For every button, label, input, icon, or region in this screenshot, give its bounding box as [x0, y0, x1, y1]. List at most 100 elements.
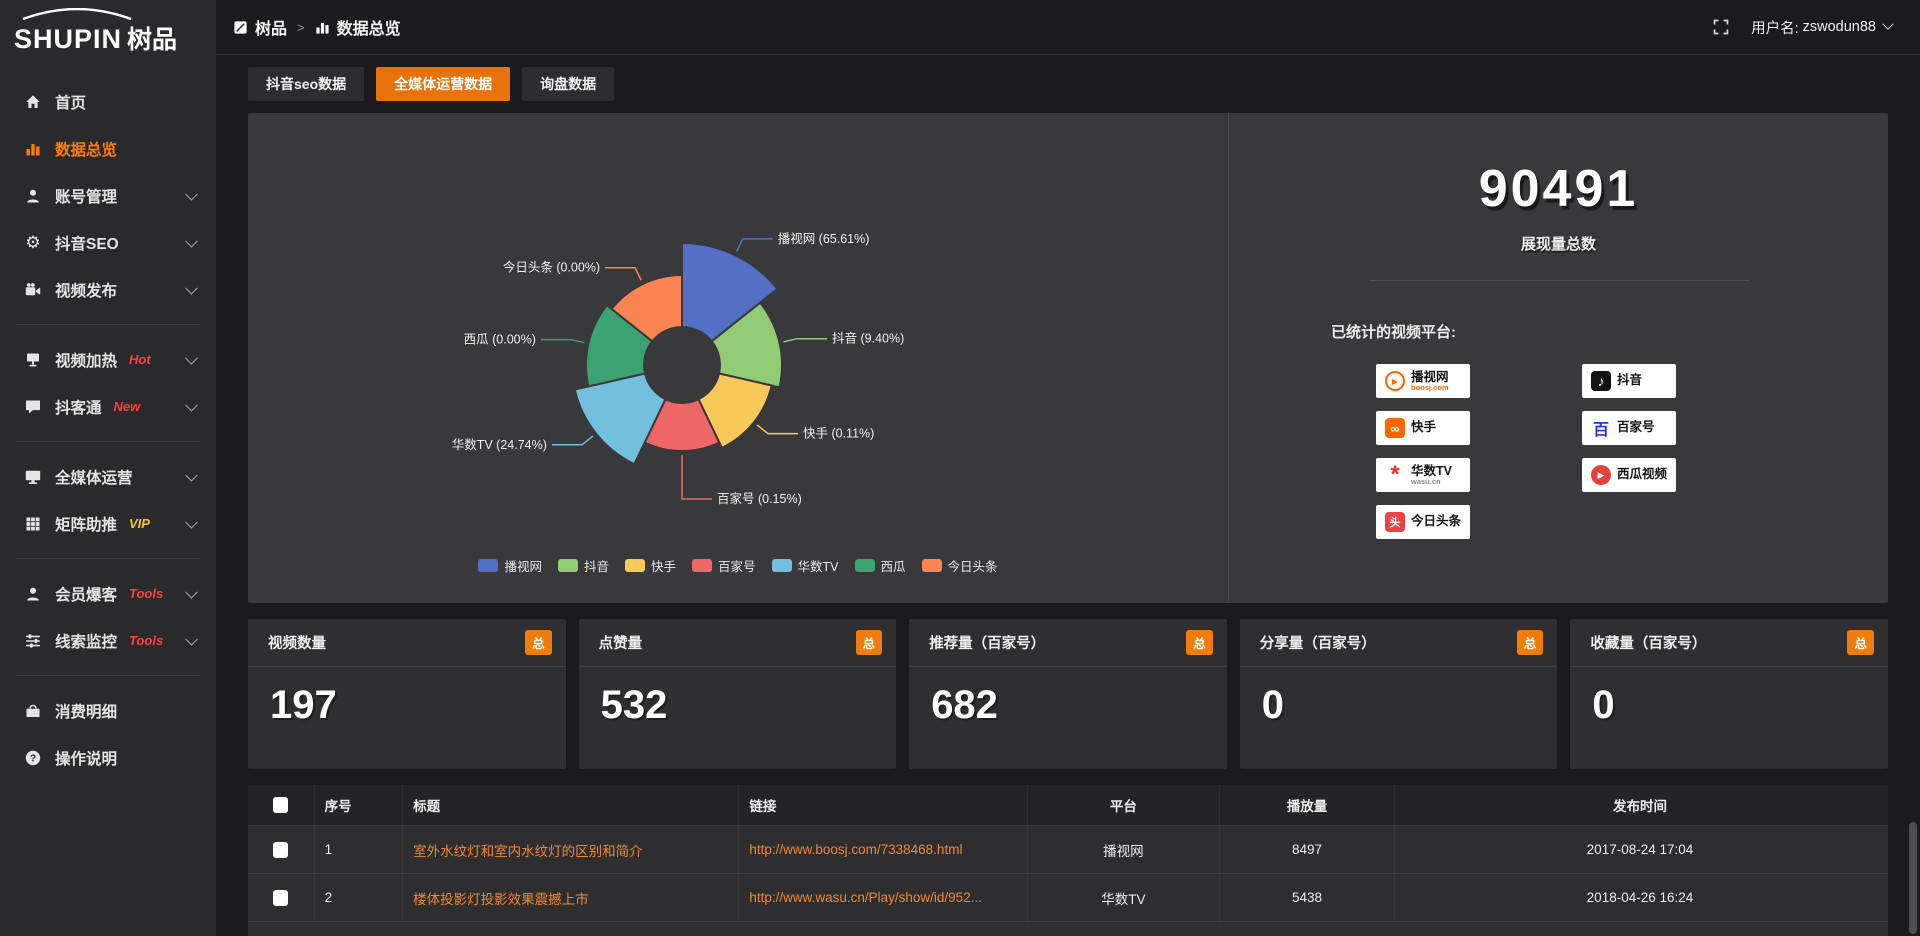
checkbox[interactable]: [273, 890, 288, 906]
tab-1[interactable]: 全媒体运营数据: [376, 67, 510, 101]
sidebar-item-1[interactable]: 数据总览: [0, 125, 216, 172]
chat-icon: [24, 399, 42, 415]
breadcrumb-current[interactable]: 数据总览: [337, 15, 401, 39]
stat-card-header: 点赞量总: [579, 619, 897, 667]
chart-section: 播视网 (65.61%)抖音 (9.40%)快手 (0.11%)百家号 (0.1…: [248, 113, 1229, 603]
breadcrumb-root[interactable]: 树品: [255, 15, 287, 39]
table-cell-c-link[interactable]: http://www.wasu.cn/Play/show/id/952...: [738, 874, 1027, 921]
sidebar-item-0[interactable]: 首页: [0, 78, 216, 125]
sidebar-item-2[interactable]: 账号管理: [0, 172, 216, 219]
scrollbar[interactable]: [1909, 822, 1917, 934]
sidebar-item-8[interactable]: 矩阵助推VIP: [0, 500, 216, 547]
sidebar-item-4[interactable]: 视频发布: [0, 266, 216, 313]
legend-chip: [922, 559, 942, 572]
stat-card-value: 682: [931, 683, 1227, 728]
table-cell-checkbox: [248, 826, 314, 873]
platform-badge-快手[interactable]: ∞快手: [1376, 411, 1470, 445]
rose-pie-chart[interactable]: 播视网 (65.61%)抖音 (9.40%)快手 (0.11%)百家号 (0.1…: [248, 113, 1228, 543]
pie-label-line: [757, 425, 798, 434]
platform-badge-播视网[interactable]: ▶播视网boosj.com: [1376, 364, 1470, 398]
total-badge[interactable]: 总: [856, 630, 883, 655]
chart-legend: 播视网抖音快手百家号华数TV 西瓜 今日头条: [248, 556, 1228, 575]
chevron-down-icon: [185, 585, 198, 598]
bar-chart-icon: [24, 141, 42, 157]
platform-badge-texts: 抖音: [1617, 374, 1642, 387]
total-badge[interactable]: 总: [1517, 630, 1544, 655]
platforms-title: 已统计的视频平台:: [1331, 321, 1888, 342]
total-badge[interactable]: 总: [1186, 630, 1213, 655]
chevron-down-icon: [185, 351, 198, 364]
platform-badge-百家号[interactable]: 百百家号: [1582, 411, 1676, 445]
chevron-down-icon: [185, 632, 198, 645]
user-menu[interactable]: 用户名: zswodun88: [1751, 17, 1892, 38]
app-square-icon: [233, 20, 248, 35]
table-cell-c-title[interactable]: 室外水纹灯和室内水纹灯的区别和简介: [402, 826, 738, 873]
total-badge[interactable]: 总: [525, 630, 552, 655]
platform-badge-texts: 播视网boosj.com: [1411, 371, 1449, 392]
table-header-c-time: 发布时间: [1394, 785, 1884, 825]
sidebar-item-9[interactable]: 会员爆客Tools: [0, 570, 216, 617]
platform-badge-今日头条[interactable]: 头今日头条: [1376, 505, 1470, 539]
breadcrumb: 树品 > 数据总览: [233, 15, 401, 39]
sidebar-item-3[interactable]: ⚙抖音SEO: [0, 219, 216, 266]
sidebar-item-7[interactable]: 全媒体运营: [0, 453, 216, 500]
overview-panel: 播视网 (65.61%)抖音 (9.40%)快手 (0.11%)百家号 (0.1…: [248, 113, 1888, 603]
stat-card-title: 推荐量（百家号）: [929, 632, 1045, 653]
stat-card-title: 分享量（百家号）: [1260, 632, 1376, 653]
table-header-c-views: 播放量: [1219, 785, 1394, 825]
legend-item-播视网[interactable]: 播视网: [478, 556, 542, 575]
platform-name: 华数TV: [1411, 465, 1452, 478]
username-prefix: 用户名:: [1751, 17, 1799, 38]
platform-name: 今日头条: [1411, 515, 1461, 528]
legend-chip: [692, 559, 712, 572]
sidebar-item-tag: New: [114, 399, 141, 414]
platform-badge-华数TV[interactable]: *华数TVwasu.cn: [1376, 458, 1470, 492]
member-icon: [24, 586, 42, 602]
pie-label-line: [737, 239, 773, 252]
legend-item-华数TV[interactable]: 华数TV: [772, 556, 839, 575]
table-cell-c-link[interactable]: http://www.boosj.com/7338468.html: [738, 826, 1027, 873]
video-camera-icon: [24, 282, 42, 298]
platform-badge-西瓜视频[interactable]: ▶西瓜视频: [1582, 458, 1676, 492]
table-header-c-link: 链接: [738, 785, 1027, 825]
legend-label: 今日头条: [948, 556, 998, 575]
legend-chip: [625, 559, 645, 572]
brand-text-cn: 树品: [127, 20, 177, 56]
legend-item-今日头条[interactable]: 今日头条: [922, 556, 998, 575]
sidebar-item-6[interactable]: 抖客通New: [0, 383, 216, 430]
sidebar-item-12[interactable]: ?操作说明: [0, 734, 216, 781]
total-badge[interactable]: 总: [1847, 630, 1874, 655]
gear-icon: ⚙: [24, 235, 42, 251]
stat-card-header: 收藏量（百家号）总: [1570, 619, 1888, 667]
sidebar-item-label: 会员爆客: [55, 583, 117, 605]
legend-item-百家号[interactable]: 百家号: [692, 556, 756, 575]
legend-chip: [772, 559, 792, 572]
legend-item-快手[interactable]: 快手: [625, 556, 676, 575]
legend-item-抖音[interactable]: 抖音: [558, 556, 609, 575]
sidebar-item-label: 消费明细: [55, 700, 117, 722]
platform-column-1: ♪抖音百百家号 ▶西瓜视频: [1582, 364, 1676, 539]
sidebar-item-11[interactable]: 消费明细: [0, 687, 216, 734]
checkbox[interactable]: [273, 842, 288, 858]
stat-card-4: 收藏量（百家号）总0: [1570, 619, 1888, 769]
table-cell-c-views: 5438: [1219, 874, 1394, 921]
svg-text:?: ?: [30, 753, 36, 764]
legend-chip: [558, 559, 578, 572]
sidebar-item-5[interactable]: 视频加热Hot: [0, 336, 216, 383]
platform-badge-texts: 西瓜视频: [1617, 468, 1667, 481]
fullscreen-icon[interactable]: [1713, 19, 1729, 35]
platform-sub: boosj.com: [1411, 384, 1449, 392]
sidebar-item-10[interactable]: 线索监控Tools: [0, 617, 216, 664]
stat-card-header: 分享量（百家号） 总: [1240, 619, 1558, 667]
tab-2[interactable]: 询盘数据: [522, 67, 614, 101]
table-row-partial: [248, 922, 1888, 936]
tab-0[interactable]: 抖音seo数据: [248, 67, 364, 101]
platform-badge-texts: 今日头条: [1411, 515, 1461, 528]
summary-divider: [1369, 280, 1749, 281]
platform-badge-抖音[interactable]: ♪抖音: [1582, 364, 1676, 398]
legend-item-西瓜[interactable]: 西瓜: [855, 556, 906, 575]
legend-chip: [478, 559, 498, 572]
pie-label-百家号: 百家号 (0.15%): [717, 491, 802, 506]
checkbox[interactable]: [273, 797, 288, 813]
table-cell-c-title[interactable]: 楼体投影灯投影效果震撼上市: [402, 874, 738, 921]
